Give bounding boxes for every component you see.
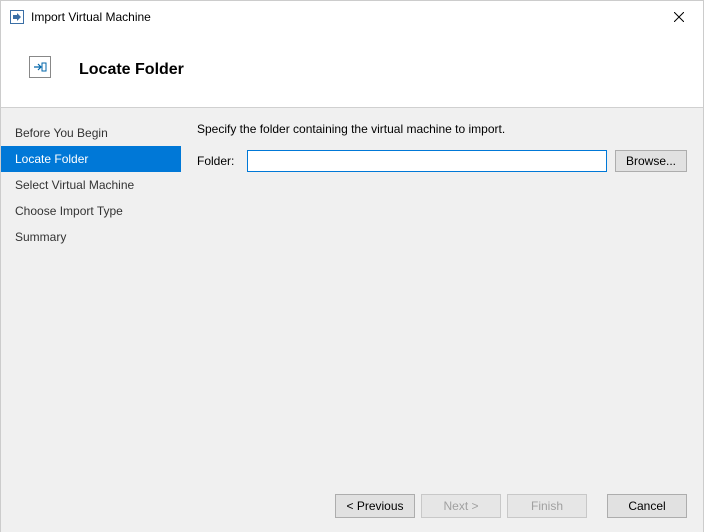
finish-button[interactable]: Finish: [507, 494, 587, 518]
folder-label: Folder:: [197, 154, 239, 168]
sidebar-item-select-vm[interactable]: Select Virtual Machine: [1, 172, 181, 198]
close-button[interactable]: [659, 3, 699, 31]
app-icon: [9, 9, 25, 25]
sidebar-item-before-you-begin[interactable]: Before You Begin: [1, 120, 181, 146]
wizard-footer: < Previous Next > Finish Cancel: [1, 480, 703, 532]
sidebar-item-choose-import-type[interactable]: Choose Import Type: [1, 198, 181, 224]
main-panel: Specify the folder containing the virtua…: [181, 108, 703, 480]
sidebar-item-summary[interactable]: Summary: [1, 224, 181, 250]
titlebar: Import Virtual Machine: [1, 1, 703, 33]
import-icon: [29, 56, 51, 78]
folder-row: Folder: Browse...: [197, 150, 687, 172]
page-title: Locate Folder: [79, 61, 184, 79]
sidebar-item-locate-folder[interactable]: Locate Folder: [1, 146, 181, 172]
wizard-header: Locate Folder: [1, 33, 703, 108]
window-title: Import Virtual Machine: [31, 10, 659, 24]
content-area: Before You Begin Locate Folder Select Vi…: [1, 108, 703, 480]
wizard-steps-sidebar: Before You Begin Locate Folder Select Vi…: [1, 108, 181, 480]
previous-button[interactable]: < Previous: [335, 494, 415, 518]
instruction-text: Specify the folder containing the virtua…: [197, 122, 687, 136]
cancel-button[interactable]: Cancel: [607, 494, 687, 518]
browse-button[interactable]: Browse...: [615, 150, 687, 172]
next-button[interactable]: Next >: [421, 494, 501, 518]
folder-input[interactable]: [247, 150, 607, 172]
